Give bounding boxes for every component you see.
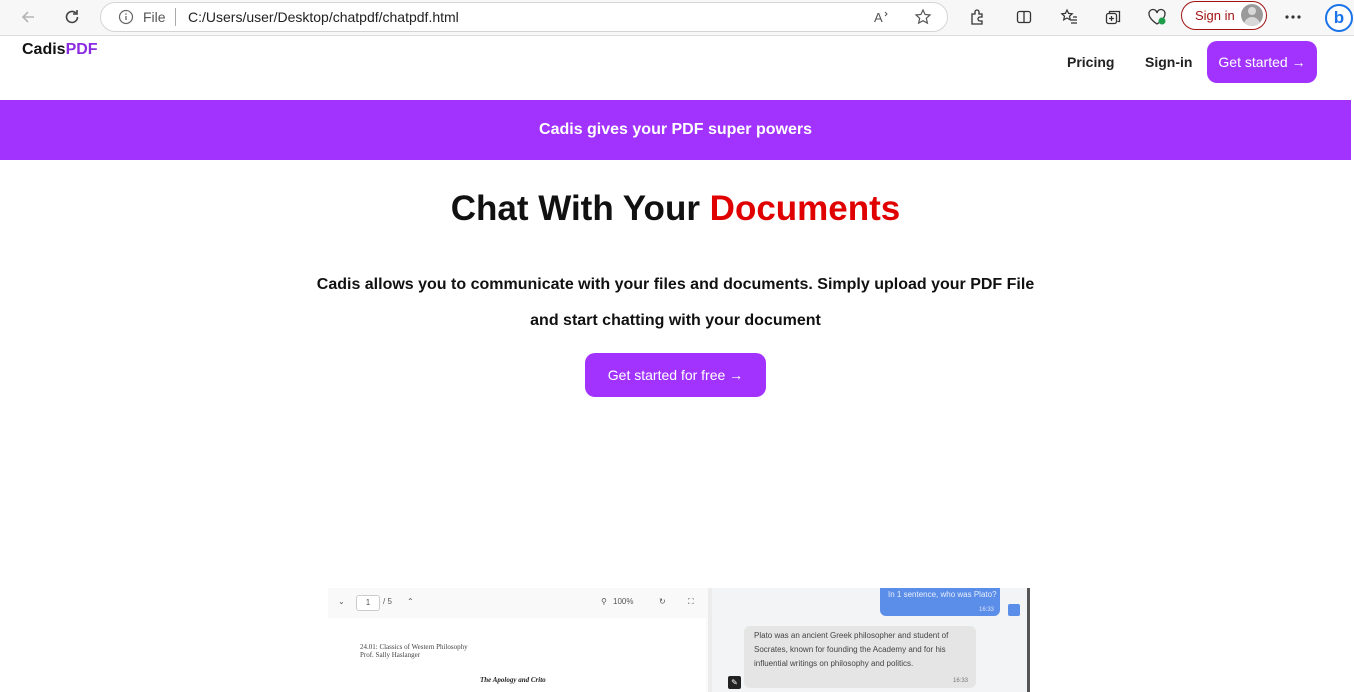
split-screen-icon[interactable] [1013,6,1035,28]
chat-panel: In 1 sentence, who was Plato? 16:33 Plat… [712,588,1027,692]
hero-title-accent: Documents [709,189,901,228]
pdf-title: The Apology and Crito [480,676,546,684]
user-message: In 1 sentence, who was Plato? 16:33 [880,588,1000,616]
pdf-course-line: 24.01: Classics of Western Philosophy [360,643,468,651]
pdf-toolbar: ⌄ 1 / 5 ⌃ ⚲ 100% ↻ ⛶ [328,588,708,618]
info-icon[interactable] [118,9,134,25]
user-avatar-icon [1008,604,1020,616]
bot-message-text: Plato was an ancient Greek philosopher a… [754,631,949,668]
user-message-time: 16:33 [978,607,994,613]
bing-copilot-icon[interactable]: b [1325,4,1353,32]
pdf-page: 24.01: Classics of Western Philosophy Pr… [328,618,706,692]
bot-message: Plato was an ancient Greek philosopher a… [744,626,976,688]
divider [175,8,176,26]
divider [1027,588,1030,692]
logo-accent: PDF [65,41,98,58]
nav-signin-link[interactable]: Sign-in [1145,54,1192,70]
get-started-free-button[interactable]: Get started for free → [585,353,766,397]
browser-essentials-icon[interactable] [1146,6,1168,28]
more-options-icon[interactable] [1282,6,1304,28]
fullscreen-icon: ⛶ [688,597,694,606]
pdf-viewer: ⌄ 1 / 5 ⌃ ⚲ 100% ↻ ⛶ 24.01: Classics of … [328,588,712,692]
browser-toolbar: File C:/Users/user/Desktop/chatpdf/chatp… [0,0,1354,36]
user-message-text: In 1 sentence, who was Plato? [888,590,997,599]
address-bar[interactable]: File C:/Users/user/Desktop/chatpdf/chatp… [100,2,948,32]
favorite-star-icon[interactable] [913,7,933,27]
bot-avatar-icon: ✎ [728,676,741,689]
page-total: / 5 [383,597,392,606]
favorites-icon[interactable] [1058,6,1080,28]
hero-description: Cadis allows you to communicate with you… [300,267,1051,339]
hero-desc-line-2: and start chatting with your document [530,312,821,329]
url-text[interactable]: C:/Users/user/Desktop/chatpdf/chatpdf.ht… [188,9,459,25]
promo-banner: Cadis gives your PDF super powers [0,100,1351,160]
chevron-down-icon: ⌄ [338,597,345,606]
zoom-icon: ⚲ [601,597,607,606]
extensions-icon[interactable] [966,6,988,28]
app-preview-image: ⌄ 1 / 5 ⌃ ⚲ 100% ↻ ⛶ 24.01: Classics of … [328,588,1031,692]
sign-in-label: Sign in [1195,8,1235,23]
get-started-button[interactable]: Get started → [1207,41,1317,83]
read-aloud-icon[interactable]: A [873,7,893,27]
collections-icon[interactable] [1102,6,1124,28]
zoom-level: 100% [613,597,634,606]
site-logo[interactable]: CadisPDF [22,41,98,59]
pdf-author-line: Prof. Sally Haslanger [360,651,421,659]
url-scheme: File [143,9,166,25]
nav-pricing-link[interactable]: Pricing [1067,54,1114,70]
rotate-icon: ↻ [659,597,666,606]
logo-main: Cadis [22,41,66,58]
profile-avatar-icon [1241,4,1263,26]
profile-sign-in-button[interactable]: Sign in [1181,1,1267,30]
hero-title-main: Chat With Your [450,189,710,228]
bot-message-time: 16:33 [952,678,968,684]
hero-title: Chat With Your Documents [0,189,1351,229]
reload-icon[interactable] [59,5,85,29]
page-number-input: 1 [356,595,380,611]
svg-text:A: A [874,10,883,25]
hero-desc-line-1: Cadis allows you to communicate with you… [316,276,1035,293]
chevron-up-icon: ⌃ [407,597,414,606]
back-icon[interactable] [15,5,41,29]
